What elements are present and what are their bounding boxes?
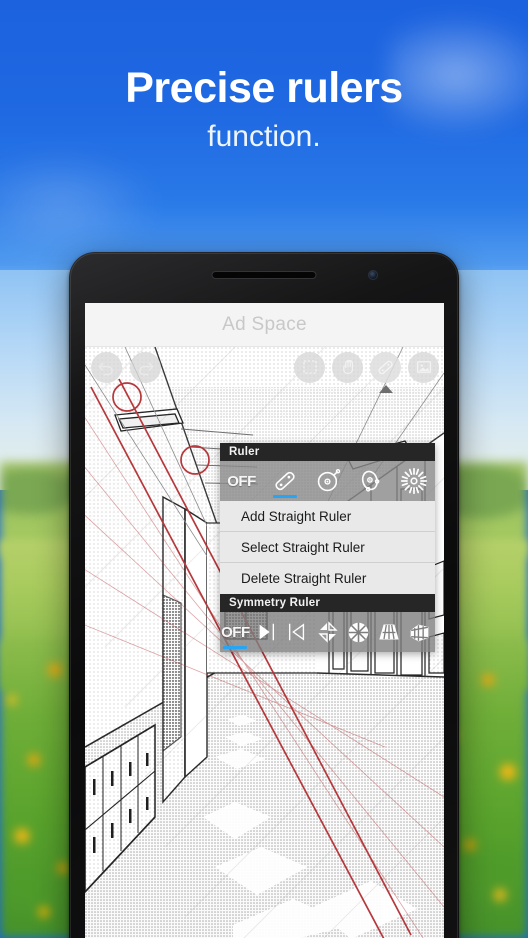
front-camera bbox=[368, 270, 378, 280]
off-icon: OFF bbox=[221, 623, 250, 641]
redo-button[interactable] bbox=[130, 351, 161, 383]
symmetry-mode-row: OFF bbox=[220, 612, 435, 652]
ruler-popup-caret bbox=[378, 384, 393, 393]
symmetry-mode-vertical-mirror[interactable] bbox=[251, 612, 282, 652]
symmetry-mode-one-point-perspective[interactable] bbox=[374, 612, 405, 652]
ad-banner[interactable]: Ad Space bbox=[85, 303, 444, 347]
transform-tool-button[interactable] bbox=[332, 351, 363, 383]
menu-item-select-straight-ruler[interactable]: Select Straight Ruler bbox=[220, 532, 435, 563]
phone-screen: Ad Space Ruler OFF Add Straight Ruler Se… bbox=[85, 303, 444, 938]
cloud-wisp-left bbox=[0, 150, 160, 260]
ruler-mode-off[interactable]: OFF bbox=[220, 461, 263, 501]
image-tool-button[interactable] bbox=[408, 351, 439, 383]
menu-item-label: Add Straight Ruler bbox=[241, 508, 352, 524]
ellipse-ruler-icon bbox=[361, 470, 379, 492]
menu-item-add-straight-ruler[interactable]: Add Straight Ruler bbox=[220, 501, 435, 532]
headline-line-1: Precise rulers bbox=[125, 64, 403, 112]
symmetry-mode-horizontal-mirror[interactable] bbox=[281, 612, 312, 652]
undo-button[interactable] bbox=[91, 351, 122, 383]
two-point-perspective-icon bbox=[410, 624, 429, 641]
ruler-mode-row: OFF bbox=[220, 461, 435, 501]
ruler-mode-circle[interactable] bbox=[306, 461, 349, 501]
ruler-mode-selected-indicator bbox=[272, 495, 297, 498]
menu-item-delete-straight-ruler[interactable]: Delete Straight Ruler bbox=[220, 563, 435, 594]
phone-mockup: Ad Space Ruler OFF Add Straight Ruler Se… bbox=[69, 252, 459, 938]
radial-ruler-icon bbox=[400, 467, 427, 495]
straight-ruler-icon bbox=[274, 471, 295, 491]
ruler-menu-list: Add Straight Ruler Select Straight Ruler… bbox=[220, 501, 435, 594]
ruler-mode-radial[interactable] bbox=[392, 461, 435, 501]
headline-line-2: function. bbox=[207, 120, 321, 154]
ruler-panel: Ruler OFF Add Straight Ruler Select Stra… bbox=[220, 443, 435, 652]
selection-icon bbox=[302, 360, 317, 374]
menu-item-label: Delete Straight Ruler bbox=[241, 571, 367, 586]
symmetry-section-title: Symmetry Ruler bbox=[229, 597, 321, 609]
toolbar-left-group bbox=[91, 351, 161, 383]
symmetry-mode-radial[interactable] bbox=[343, 612, 374, 652]
circle-ruler-icon bbox=[317, 469, 340, 492]
horizontal-mirror-icon bbox=[288, 623, 304, 641]
symmetry-mode-quad-mirror[interactable] bbox=[312, 612, 343, 652]
one-point-perspective-icon bbox=[379, 624, 399, 640]
symmetry-section-header: Symmetry Ruler bbox=[220, 594, 435, 612]
ruler-tool-button[interactable] bbox=[370, 351, 401, 393]
symmetry-mode-off[interactable]: OFF bbox=[220, 612, 251, 652]
menu-item-label: Select Straight Ruler bbox=[241, 539, 365, 555]
vertical-mirror-icon bbox=[259, 623, 275, 641]
earpiece-speaker bbox=[211, 271, 317, 279]
toolbar-right-group bbox=[294, 351, 439, 393]
radial-symmetry-icon bbox=[348, 622, 369, 642]
ruler-section-title: Ruler bbox=[229, 446, 260, 458]
editor-toolbar bbox=[85, 347, 444, 393]
off-icon: OFF bbox=[227, 472, 256, 490]
ruler-section-header: Ruler bbox=[220, 443, 435, 461]
image-icon bbox=[416, 361, 431, 373]
promo-headline: Precise rulers function. bbox=[0, 64, 528, 153]
ruler-mode-ellipse[interactable] bbox=[349, 461, 392, 501]
symmetry-mode-selected-indicator bbox=[223, 646, 248, 649]
symmetry-mode-two-point-perspective[interactable] bbox=[404, 612, 435, 652]
selection-tool-button[interactable] bbox=[294, 351, 325, 383]
undo-icon bbox=[98, 362, 113, 375]
hand-transform-icon bbox=[342, 359, 353, 374]
redo-icon bbox=[139, 362, 154, 375]
ruler-icon bbox=[378, 360, 393, 374]
quad-mirror-icon bbox=[317, 621, 338, 643]
ad-banner-text: Ad Space bbox=[222, 313, 307, 335]
ruler-mode-straight[interactable] bbox=[263, 461, 306, 501]
